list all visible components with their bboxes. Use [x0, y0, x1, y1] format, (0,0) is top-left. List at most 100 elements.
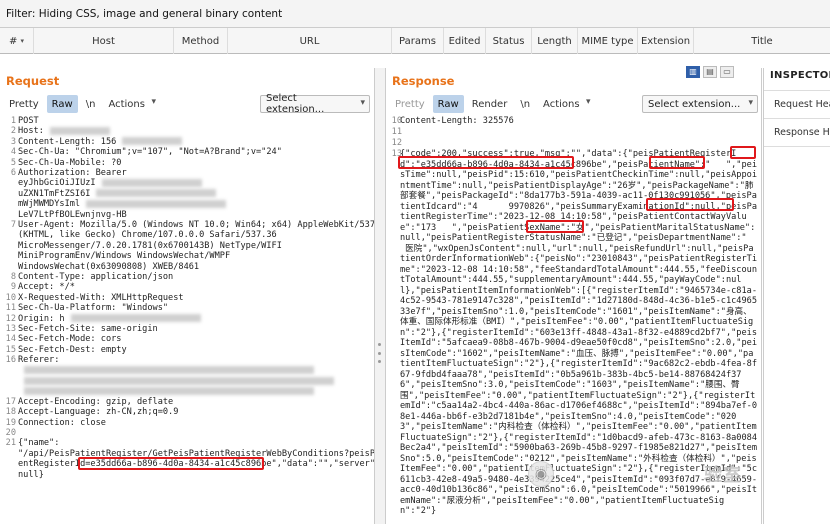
inspector-response-headers[interactable]: Response Headers — [774, 127, 830, 138]
request-line: uZXN1TmFtZSI6I — [18, 189, 370, 199]
request-line: Sec-Fetch-Site: same-origin — [18, 324, 158, 334]
burp-suite-window: Filter: Hiding CSS, image and general bi… — [0, 0, 830, 524]
request-line: Sec-Fetch-Mode: cors — [18, 334, 122, 345]
tab-render[interactable]: Render — [467, 95, 513, 113]
sort-down-icon: ▾ — [20, 37, 24, 45]
highlight-box — [78, 457, 264, 471]
line-number: 21 — [5, 438, 16, 449]
column-header-mime-type[interactable]: MIME type — [578, 28, 638, 54]
column-header-extension[interactable]: Extension — [638, 28, 694, 54]
single-pane-icon[interactable]: ▭ — [720, 66, 734, 78]
request-line: eyJhbGciOiJIUzI — [18, 178, 370, 188]
tab-newline[interactable]: \n — [515, 95, 535, 113]
column-header-url[interactable]: URL — [228, 28, 392, 54]
line-number: 3 — [10, 136, 16, 147]
inspector-request-headers[interactable]: Request Headers — [774, 99, 830, 110]
divider — [764, 146, 830, 147]
column-header-title[interactable]: Title — [694, 28, 830, 54]
highlight-box — [646, 198, 734, 211]
request-line: Sec-Ch-Ua-Platform: "Windows" — [18, 303, 169, 314]
pane-splitter[interactable] — [375, 68, 386, 524]
highlight-box — [730, 146, 756, 159]
tab-pretty[interactable]: Pretty — [390, 95, 430, 113]
line-number: 9 — [10, 282, 16, 293]
actions-menu[interactable]: Actions — [103, 95, 159, 113]
split-vertical-icon[interactable]: ▤ — [703, 66, 717, 78]
line-number: 15 — [5, 344, 16, 355]
request-line: (KHTML, like Gecko) Chrome/107.0.0.0 Saf… — [18, 230, 277, 241]
select-extension-dropdown[interactable]: Select extension... — [642, 95, 758, 113]
line-number: 2 — [10, 126, 16, 137]
redacted-region — [122, 137, 183, 146]
line-number: 12 — [5, 313, 16, 324]
column-header-host[interactable]: Host — [34, 28, 174, 54]
tab-newline[interactable]: \n — [81, 95, 101, 113]
line-number: 10 — [5, 292, 16, 303]
request-pane: Request Pretty Raw \n Actions Select ext… — [0, 68, 375, 524]
line-number: 17 — [5, 396, 16, 407]
column-header-params[interactable]: Params — [392, 28, 444, 54]
tab-pretty[interactable]: Pretty — [4, 95, 44, 113]
layout-toggle-group: ▥ ▤ ▭ — [686, 66, 734, 78]
highlight-box — [398, 156, 574, 169]
request-line: Sec-Fetch-Dest: empty — [18, 344, 127, 355]
line-number: 7 — [10, 220, 16, 230]
content-length-line: Content-Length: 325576 — [400, 116, 514, 126]
request-line: Authorization: Bearer — [18, 168, 127, 178]
request-line: Accept-Language: zh-CN,zh;q=0.9 — [18, 407, 179, 418]
response-view-tabs: Pretty Raw Render \n Actions — [390, 95, 594, 113]
filter-bar[interactable]: Filter: Hiding CSS, image and general bi… — [0, 0, 830, 28]
redacted-region — [24, 366, 314, 375]
column-header-length[interactable]: Length — [532, 28, 578, 54]
line-number: 16 — [5, 355, 16, 366]
request-line: {"name": — [18, 438, 60, 449]
request-line: MiniProgramEnv/Windows WindowsWechat/WMP… — [18, 251, 231, 262]
redacted-region — [24, 376, 334, 385]
filter-text: Filter: Hiding CSS, image and general bi… — [6, 7, 283, 20]
redacted-region — [96, 189, 217, 198]
watermark-text: 验室 — [704, 465, 742, 486]
line-number: 13 — [5, 324, 16, 334]
splitter-handle-icon — [378, 343, 382, 363]
request-line: MicroMessenger/7.0.20.1781(0x6700143B) N… — [18, 240, 282, 251]
request-line — [18, 376, 370, 386]
line-number: 6 — [10, 168, 16, 178]
split-horizontal-icon[interactable]: ▥ — [686, 66, 700, 78]
request-line: Host: — [18, 126, 370, 136]
request-line: mWjMWMDYsIml — [18, 199, 370, 209]
tab-raw[interactable]: Raw — [46, 95, 78, 113]
line-number: 14 — [5, 334, 16, 345]
redacted-region — [86, 199, 227, 208]
column-header-number[interactable]: # ▾ — [0, 28, 34, 54]
column-header-method[interactable]: Method — [174, 28, 228, 54]
actions-menu[interactable]: Actions — [538, 95, 594, 113]
tab-raw[interactable]: Raw — [432, 95, 464, 113]
request-title: Request — [6, 74, 60, 88]
request-line: Content-Type: application/json — [18, 272, 174, 282]
select-extension-dropdown[interactable]: Select extension... — [260, 93, 370, 115]
request-editor[interactable]: 1 POST 2 Host: 3 Content-Length: 156 4 Sec-Ch-U… — [0, 116, 374, 524]
divider — [764, 118, 830, 119]
redacted-region — [70, 314, 201, 323]
line-number: 1 — [10, 116, 16, 126]
wechat-logo-icon: ◉ — [528, 461, 554, 487]
line-number: 11 — [5, 303, 16, 314]
request-line: Referer: — [18, 355, 60, 366]
request-line: LeV7LtPfBOLEwnjnvg-HB — [18, 209, 127, 220]
inspector-title: INSPECTOR — [770, 70, 830, 81]
line-number: 8 — [10, 272, 16, 282]
response-pane: Response ▥ ▤ ▭ Pretty Raw Render \n Acti… — [386, 66, 762, 524]
column-header-edited[interactable]: Edited — [444, 28, 486, 54]
line-number: 4 — [10, 147, 16, 158]
line-number: 12 — [391, 138, 402, 148]
request-line: POST — [18, 116, 39, 126]
request-line: X-Requested-With: XMLHttpRequest — [18, 292, 184, 303]
highlight-box — [526, 220, 584, 233]
request-line: WindowsWechat(0x63090808) XWEB/8461 — [18, 261, 200, 272]
highlight-box — [649, 156, 705, 169]
watermark: ◉ 验室 — [528, 460, 798, 488]
line-number: 18 — [5, 407, 16, 418]
column-header-status[interactable]: Status — [486, 28, 532, 54]
redacted-region — [49, 126, 110, 135]
request-line: Connection: close — [18, 417, 106, 428]
